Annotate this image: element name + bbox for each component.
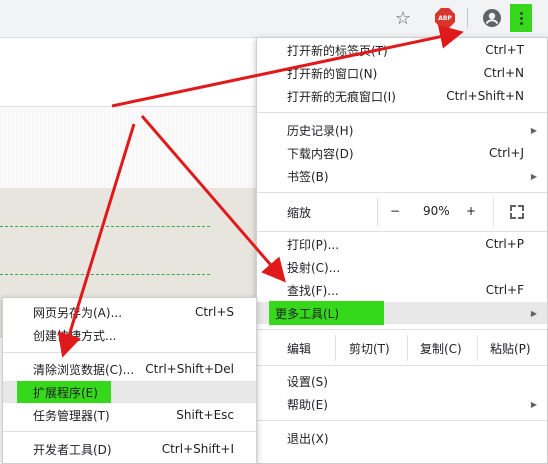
- submenu-arrow-icon: ▶: [530, 171, 537, 181]
- dashed-divider: [0, 274, 210, 275]
- menu-separator: [257, 192, 547, 193]
- menu-item-find[interactable]: 查找(F)... Ctrl+F: [257, 279, 547, 301]
- menu-item-new-window[interactable]: 打开新的窗口(N) Ctrl+N: [257, 62, 547, 84]
- edit-divider: [335, 335, 336, 361]
- menu-item-shortcut: Ctrl+J: [489, 146, 524, 160]
- menu-item-label: 历史记录(H): [287, 123, 354, 138]
- menu-item-shortcut: Ctrl+Shift+I: [161, 442, 234, 456]
- zoom-divider: [377, 198, 378, 226]
- menu-item-shortcut: Ctrl+P: [485, 237, 524, 251]
- submenu-arrow-icon: ▶: [530, 399, 537, 409]
- zoom-divider: [493, 198, 494, 226]
- submenu-item-clear-data[interactable]: 清除浏览数据(C)... Ctrl+Shift+Del: [3, 358, 256, 380]
- submenu-arrow-icon: ▶: [530, 125, 537, 135]
- page-banner: [0, 106, 258, 189]
- submenu-item-save-page[interactable]: 网页另存为(A)... Ctrl+S: [3, 301, 256, 323]
- menu-item-label: 打开新的无痕窗口(I): [287, 89, 396, 104]
- menu-item-shortcut: Ctrl+T: [485, 43, 524, 57]
- submenu-item-create-shortcut[interactable]: 创建快捷方式...: [3, 324, 256, 346]
- menu-separator: [257, 329, 547, 330]
- menu-item-shortcut: Ctrl+F: [485, 283, 524, 297]
- chrome-main-menu: 打开新的标签页(T) Ctrl+T 打开新的窗口(N) Ctrl+N 打开新的无…: [256, 37, 548, 464]
- copy-button[interactable]: 复制(C): [420, 340, 462, 357]
- kebab-menu-icon[interactable]: [510, 4, 532, 32]
- zoom-label: 缩放: [287, 206, 312, 220]
- menu-item-label: 下载内容(D): [287, 146, 354, 161]
- menu-item-label: 退出(X): [287, 431, 329, 446]
- abp-label: ABP: [438, 14, 452, 22]
- more-tools-submenu: 网页另存为(A)... Ctrl+S 创建快捷方式... 清除浏览数据(C)..…: [2, 297, 257, 464]
- menu-item-new-tab[interactable]: 打开新的标签页(T) Ctrl+T: [257, 39, 547, 61]
- menu-item-downloads[interactable]: 下载内容(D) Ctrl+J: [257, 142, 547, 164]
- menu-item-label: 打开新的标签页(T): [287, 43, 388, 58]
- zoom-in-button[interactable]: +: [466, 204, 476, 218]
- menu-item-history[interactable]: 历史记录(H) ▶: [257, 119, 547, 141]
- menu-item-cast[interactable]: 投射(C)...: [257, 256, 547, 278]
- menu-item-exit[interactable]: 退出(X): [257, 427, 547, 449]
- menu-separator: [3, 352, 256, 353]
- menu-item-label: 打印(P)...: [287, 237, 340, 252]
- menu-item-incognito[interactable]: 打开新的无痕窗口(I) Ctrl+Shift+N: [257, 85, 547, 107]
- edit-control: 编辑 剪切(T) 复制(C) 粘贴(P): [257, 335, 547, 361]
- menu-item-label: 投射(C)...: [287, 260, 341, 275]
- zoom-out-button[interactable]: −: [390, 204, 400, 218]
- menu-item-label: 创建快捷方式...: [33, 328, 117, 343]
- menu-item-more-tools[interactable]: 更多工具(L) ▶: [257, 301, 547, 325]
- menu-item-shortcut: Ctrl+S: [194, 305, 234, 319]
- submenu-arrow-icon: ▶: [530, 308, 537, 318]
- menu-item-label: 打开新的窗口(N): [287, 66, 378, 81]
- menu-item-shortcut: Shift+Esc: [176, 408, 234, 422]
- fullscreen-icon[interactable]: [510, 205, 524, 219]
- menu-item-shortcut: Ctrl+Shift+Del: [145, 362, 234, 376]
- star-icon[interactable]: ☆: [391, 6, 415, 30]
- adblock-plus-icon[interactable]: ABP: [435, 8, 455, 28]
- menu-separator: [257, 112, 547, 113]
- edit-divider: [407, 335, 408, 361]
- edit-label: 编辑: [287, 342, 312, 356]
- zoom-control: 缩放 − 90% +: [257, 198, 547, 226]
- menu-separator: [257, 231, 547, 232]
- menu-item-label: 任务管理器(T): [33, 408, 110, 423]
- menu-item-print[interactable]: 打印(P)... Ctrl+P: [257, 233, 547, 255]
- menu-separator: [257, 420, 547, 421]
- menu-item-label: 开发者工具(D): [33, 442, 112, 457]
- menu-item-shortcut: Ctrl+Shift+N: [446, 89, 524, 103]
- menu-item-label: 查找(F)...: [287, 283, 339, 298]
- submenu-item-dev-tools[interactable]: 开发者工具(D) Ctrl+Shift+I: [3, 438, 256, 460]
- browser-toolbar: ☆ ABP: [0, 0, 548, 38]
- menu-item-label: 扩展程序(E): [33, 385, 98, 400]
- menu-item-help[interactable]: 帮助(E) ▶: [257, 393, 547, 415]
- edit-divider: [477, 335, 478, 361]
- paste-button[interactable]: 粘贴(P): [490, 340, 531, 357]
- toolbar-divider: [467, 8, 468, 28]
- menu-item-bookmarks[interactable]: 书签(B) ▶: [257, 165, 547, 187]
- submenu-item-task-manager[interactable]: 任务管理器(T) Shift+Esc: [3, 404, 256, 426]
- menu-item-settings[interactable]: 设置(S): [257, 370, 547, 392]
- menu-separator: [3, 431, 256, 432]
- menu-separator: [257, 365, 547, 366]
- submenu-item-extensions[interactable]: 扩展程序(E): [3, 381, 256, 403]
- menu-item-shortcut: Ctrl+N: [483, 66, 524, 80]
- menu-item-label: 设置(S): [287, 374, 328, 389]
- cut-button[interactable]: 剪切(T): [349, 340, 390, 357]
- menu-item-label: 更多工具(L): [275, 306, 340, 321]
- menu-item-label: 帮助(E): [287, 397, 328, 412]
- menu-item-label: 清除浏览数据(C)...: [33, 362, 135, 377]
- menu-item-label: 网页另存为(A)...: [33, 305, 123, 320]
- account-icon[interactable]: [480, 6, 504, 30]
- dashed-divider: [0, 226, 210, 227]
- menu-item-label: 书签(B): [287, 169, 329, 184]
- zoom-level: 90%: [423, 204, 450, 218]
